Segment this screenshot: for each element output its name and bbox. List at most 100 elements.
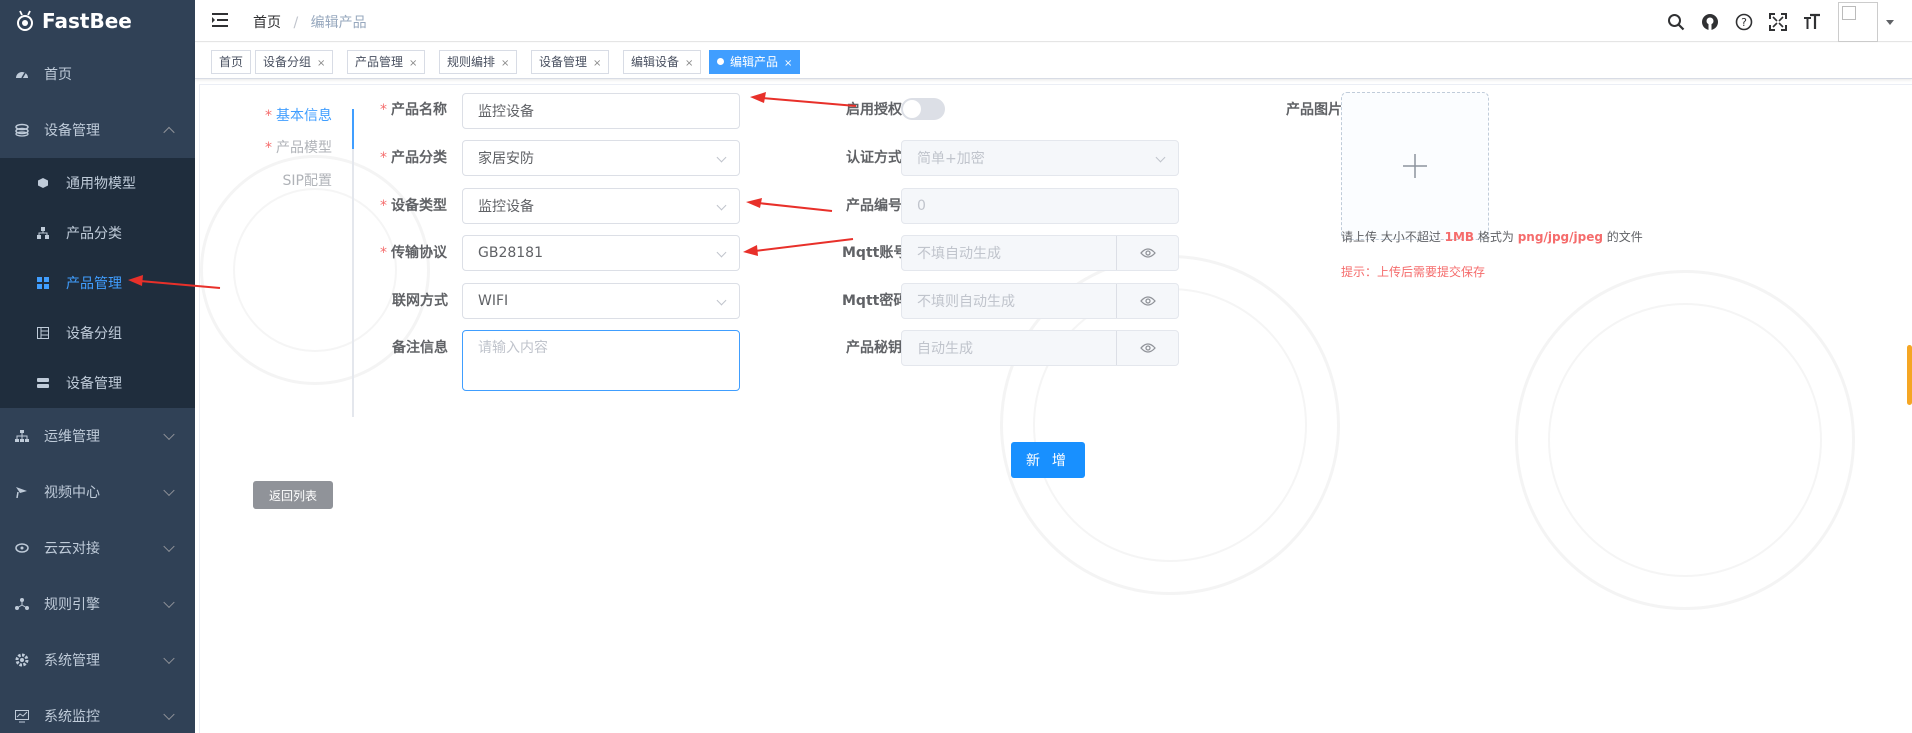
submenu-label: 设备管理 — [66, 376, 122, 392]
menu-label: 设备管理 — [44, 123, 100, 139]
submenu-device-group[interactable]: 设备分组 — [0, 308, 195, 358]
chevron-down-icon — [163, 708, 175, 721]
auth-method-select[interactable]: 简单+加密 — [901, 140, 1179, 176]
font-size-icon[interactable] — [1802, 12, 1822, 32]
menu-label: 系统管理 — [44, 653, 100, 669]
server-icon — [36, 376, 50, 390]
label-product-secret: 产品秘钥 — [846, 340, 902, 356]
navbar: 首页 / 编辑产品 ? — [195, 0, 1912, 42]
tag-label: 编辑产品 — [730, 55, 779, 69]
remark-textarea[interactable]: 请输入内容 — [462, 330, 740, 391]
device-icon — [14, 122, 30, 138]
menu-home[interactable]: 首页 — [0, 46, 195, 102]
auth-enabled-switch[interactable] — [901, 98, 945, 120]
plus-icon — [1403, 154, 1427, 178]
device-type-select[interactable]: 监控设备 — [462, 188, 740, 224]
breadcrumb-current: 编辑产品 — [310, 15, 367, 31]
chevron-up-icon — [163, 126, 175, 139]
chevron-down-icon — [716, 247, 727, 258]
submenu-device-management[interactable]: 设备管理 — [0, 358, 195, 408]
avatar[interactable] — [1838, 2, 1878, 42]
tag-label: 设备管理 — [539, 55, 588, 69]
chevron-down-icon — [163, 540, 175, 553]
tag-device-management[interactable]: 设备管理 × — [531, 50, 610, 74]
tags-view: 首页 设备分组 × 产品管理 × 规则编排 × 设备管理 × 编辑设备 × 编辑产品 × — [195, 43, 1912, 79]
tag-home[interactable]: 首页 — [211, 50, 252, 74]
menu-video-center[interactable]: 视频中心 — [0, 464, 195, 520]
annotation-arrow — [750, 92, 857, 107]
breadcrumb-home[interactable]: 首页 — [253, 15, 281, 31]
submenu-thing-model[interactable]: 通用物模型 — [0, 158, 195, 208]
chevron-down-icon — [716, 200, 727, 211]
product-secret-input[interactable]: 自动生成 — [901, 330, 1179, 366]
close-icon[interactable]: × — [685, 58, 693, 69]
tag-label: 编辑设备 — [631, 55, 680, 69]
product-name-input[interactable]: 监控设备 — [462, 93, 740, 129]
fullscreen-icon[interactable] — [1768, 12, 1788, 32]
menu-ops-management[interactable]: 运维管理 — [0, 408, 195, 464]
dashboard-icon — [14, 66, 30, 82]
logo[interactable]: FastBee — [0, 0, 195, 42]
rule-icon — [14, 596, 30, 612]
hamburger-icon[interactable] — [212, 13, 228, 27]
monitor-icon — [14, 708, 30, 724]
menu-label: 云云对接 — [44, 541, 100, 557]
tag-edit-product[interactable]: 编辑产品 × — [709, 50, 801, 74]
mqtt-account-input[interactable]: 不填自动生成 — [901, 235, 1179, 271]
eye-icon[interactable] — [1116, 331, 1178, 365]
close-icon[interactable]: × — [593, 58, 601, 69]
menu-cloud-integration[interactable]: 云云对接 — [0, 520, 195, 576]
tag-product-management[interactable]: 产品管理 × — [347, 50, 426, 74]
nav-right: ? — [1652, 2, 1894, 42]
close-icon[interactable]: × — [317, 58, 325, 69]
product-id-input[interactable]: 0 — [901, 188, 1179, 224]
submit-add-button[interactable]: 新 增 — [1011, 442, 1085, 478]
tab-sip-config[interactable]: SIP配置 — [283, 170, 332, 190]
label-product-id: 产品编号 — [846, 198, 902, 214]
menu-system-monitor[interactable]: 系统监控 — [0, 688, 195, 733]
svg-text:?: ? — [1741, 16, 1747, 29]
submenu-product-category[interactable]: 产品分类 — [0, 208, 195, 258]
tag-edit-device[interactable]: 编辑设备 × — [623, 50, 702, 74]
upload-warning: 提示：上传后需要提交保存 — [1341, 265, 1486, 279]
back-to-list-button[interactable]: 返回列表 — [253, 481, 333, 509]
menu-system-management[interactable]: 系统管理 — [0, 632, 195, 688]
close-icon[interactable]: × — [501, 58, 509, 69]
protocol-select[interactable]: GB28181 — [462, 235, 740, 271]
network-select[interactable]: WIFI — [462, 283, 740, 319]
label-product-name: * 产品名称 — [380, 102, 447, 118]
tab-basic-info[interactable]: * 基本信息 — [265, 105, 332, 125]
tab-label: SIP配置 — [282, 173, 332, 189]
caret-down-icon[interactable] — [1886, 19, 1894, 25]
tab-product-model[interactable]: * 产品模型 — [265, 137, 332, 157]
menu-label: 规则引擎 — [44, 597, 100, 613]
menu-rule-engine[interactable]: 规则引擎 — [0, 576, 195, 632]
scrollbar-thumb[interactable] — [1907, 345, 1912, 405]
close-icon[interactable]: × — [409, 58, 417, 69]
github-icon[interactable] — [1700, 12, 1720, 32]
tag-device-group[interactable]: 设备分组 × — [255, 50, 334, 74]
eye-icon[interactable] — [1116, 236, 1178, 270]
help-icon[interactable]: ? — [1734, 12, 1754, 32]
submenu-label: 设备分组 — [66, 326, 122, 342]
breadcrumb-separator: / — [293, 15, 299, 31]
menu-device-management[interactable]: 设备管理 — [0, 102, 195, 158]
submenu-label: 产品分类 — [66, 226, 122, 242]
search-icon[interactable] — [1666, 12, 1686, 32]
tabs-divider — [352, 109, 354, 417]
mqtt-password-input[interactable]: 不填则自动生成 — [901, 283, 1179, 319]
image-upload-area[interactable] — [1341, 92, 1489, 240]
label-product-image: 产品图片 — [1286, 102, 1342, 118]
tag-label: 产品管理 — [355, 55, 404, 69]
eye-icon[interactable] — [1116, 284, 1178, 318]
chevron-down-icon — [163, 484, 175, 497]
label-network: 联网方式 — [392, 293, 448, 309]
tag-label: 设备分组 — [263, 55, 312, 69]
chevron-down-icon — [716, 152, 727, 163]
tag-rule-orchestration[interactable]: 规则编排 × — [439, 50, 518, 74]
close-icon[interactable]: × — [784, 58, 792, 69]
chevron-down-icon — [1155, 152, 1166, 163]
sidebar: FastBee 首页 设备管理 通用物模型 产品分类 产品管理 设备分组 设备管… — [0, 0, 195, 733]
annotation-arrow — [746, 198, 833, 212]
product-category-select[interactable]: 家居安防 — [462, 140, 740, 176]
